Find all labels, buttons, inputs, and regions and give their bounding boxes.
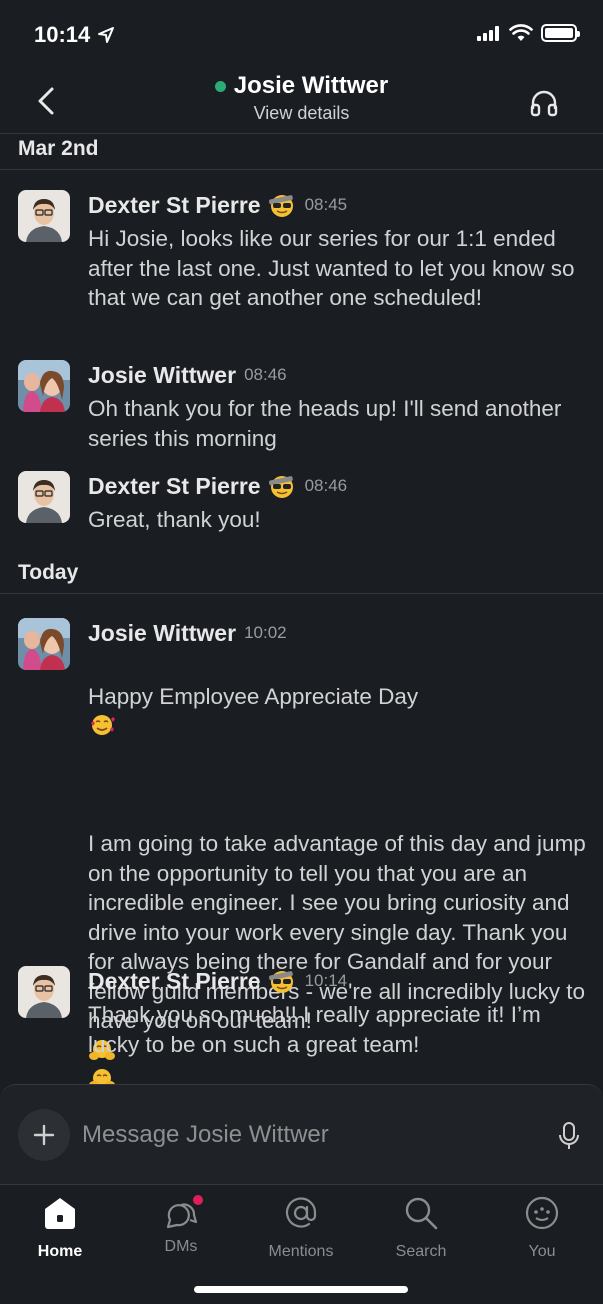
message-timestamp: 10:14 — [304, 971, 348, 990]
tab-label: You — [528, 1243, 556, 1260]
message-body: Hi Josie, looks like our series for our … — [88, 226, 575, 310]
plus-icon — [33, 1124, 55, 1146]
message-item[interactable]: Dexter St Pierre 10:14 Thank you so much… — [0, 966, 603, 1058]
message-timestamp: 08:46 — [244, 365, 287, 384]
presence-dot — [214, 80, 226, 92]
sender-name[interactable]: Dexter St Pierre — [88, 192, 261, 219]
message-line: Happy Employee Appreciate Day — [88, 683, 419, 709]
bottom-tab-bar: Home DMs Mentions Search You — [0, 1184, 603, 1304]
avatar-josie[interactable] — [18, 618, 70, 670]
conversation-header: Josie Wittwer View details — [0, 70, 603, 134]
message-timestamp: 08:46 — [304, 476, 348, 495]
sender-name[interactable]: Dexter St Pierre — [88, 473, 261, 500]
home-icon — [45, 1198, 75, 1229]
sender-name[interactable]: Josie Wittwer — [88, 620, 236, 647]
avatar-josie[interactable] — [18, 360, 70, 412]
cellular-signal-icon — [477, 25, 501, 41]
sunglasses-emoji-icon — [268, 971, 293, 993]
tab-label: Home — [37, 1243, 83, 1260]
dms-icon-wrap — [163, 1193, 205, 1231]
at-sign-icon — [285, 1197, 317, 1228]
tab-label: Mentions — [268, 1243, 334, 1260]
microphone-icon[interactable] — [557, 1121, 581, 1151]
location-arrow-icon — [98, 27, 114, 43]
tab-label: Search — [395, 1243, 447, 1260]
hugging-face-icon — [89, 1069, 115, 1084]
message-input[interactable] — [82, 1115, 522, 1155]
profile-status-icon — [525, 1196, 559, 1230]
status-indicators — [477, 24, 580, 42]
date-divider: Mar 2nd — [0, 134, 603, 170]
status-bar: 10:14 — [0, 0, 603, 70]
sunglasses-emoji-icon — [268, 476, 293, 498]
message-item[interactable]: Josie Wittwer 08:46 Oh thank you for the… — [0, 360, 603, 452]
headphones-icon[interactable] — [529, 88, 559, 118]
tab-you[interactable]: You — [492, 1195, 592, 1261]
tab-label: DMs — [164, 1238, 198, 1255]
message-composer — [0, 1084, 603, 1184]
date-divider: Today — [0, 558, 603, 594]
avatar-dexter[interactable] — [18, 190, 70, 242]
message-item[interactable]: Josie Wittwer 10:02 Happy Employee Appre… — [0, 618, 603, 1084]
conversation-title[interactable]: Josie Wittwer — [214, 72, 389, 100]
message-list[interactable]: Mar 2nd Dexter St Pierre 08:45 Hi Josie,… — [0, 134, 603, 1084]
tab-dms[interactable]: DMs — [131, 1193, 231, 1256]
message-body: Oh thank you for the heads up! I'll send… — [88, 396, 562, 451]
contact-name: Josie Wittwer — [233, 72, 389, 99]
sunglasses-emoji-icon — [268, 195, 293, 217]
view-details-link[interactable]: View details — [0, 103, 603, 124]
message-item[interactable]: Dexter St Pierre 08:45 Hi Josie, looks l… — [0, 190, 603, 340]
message-item[interactable]: Dexter St Pierre 08:46 Great, thank you! — [0, 471, 603, 533]
sender-name[interactable]: Dexter St Pierre — [88, 968, 261, 995]
avatar-dexter[interactable] — [18, 966, 70, 1018]
status-time: 10:14 — [34, 22, 91, 47]
battery-icon — [541, 24, 580, 42]
home-indicator — [194, 1286, 408, 1293]
message-timestamp: 08:45 — [304, 195, 348, 214]
tab-search[interactable]: Search — [371, 1195, 471, 1261]
tab-home[interactable]: Home — [10, 1195, 110, 1261]
conversation-title-area[interactable]: Josie Wittwer View details — [0, 72, 603, 124]
tab-mentions[interactable]: Mentions — [251, 1195, 351, 1261]
avatar-dexter[interactable] — [18, 471, 70, 523]
sender-name[interactable]: Josie Wittwer — [88, 362, 236, 389]
smiling-face-with-hearts-icon — [91, 715, 115, 735]
wifi-icon — [509, 24, 533, 41]
add-attachment-button[interactable] — [18, 1109, 70, 1161]
message-timestamp: 10:02 — [244, 623, 287, 642]
unread-badge — [191, 1193, 205, 1207]
message-body: Great, thank you! — [88, 507, 261, 532]
message-body: Thank you so much!! I really appreciate … — [88, 1002, 541, 1057]
search-icon — [405, 1197, 438, 1230]
